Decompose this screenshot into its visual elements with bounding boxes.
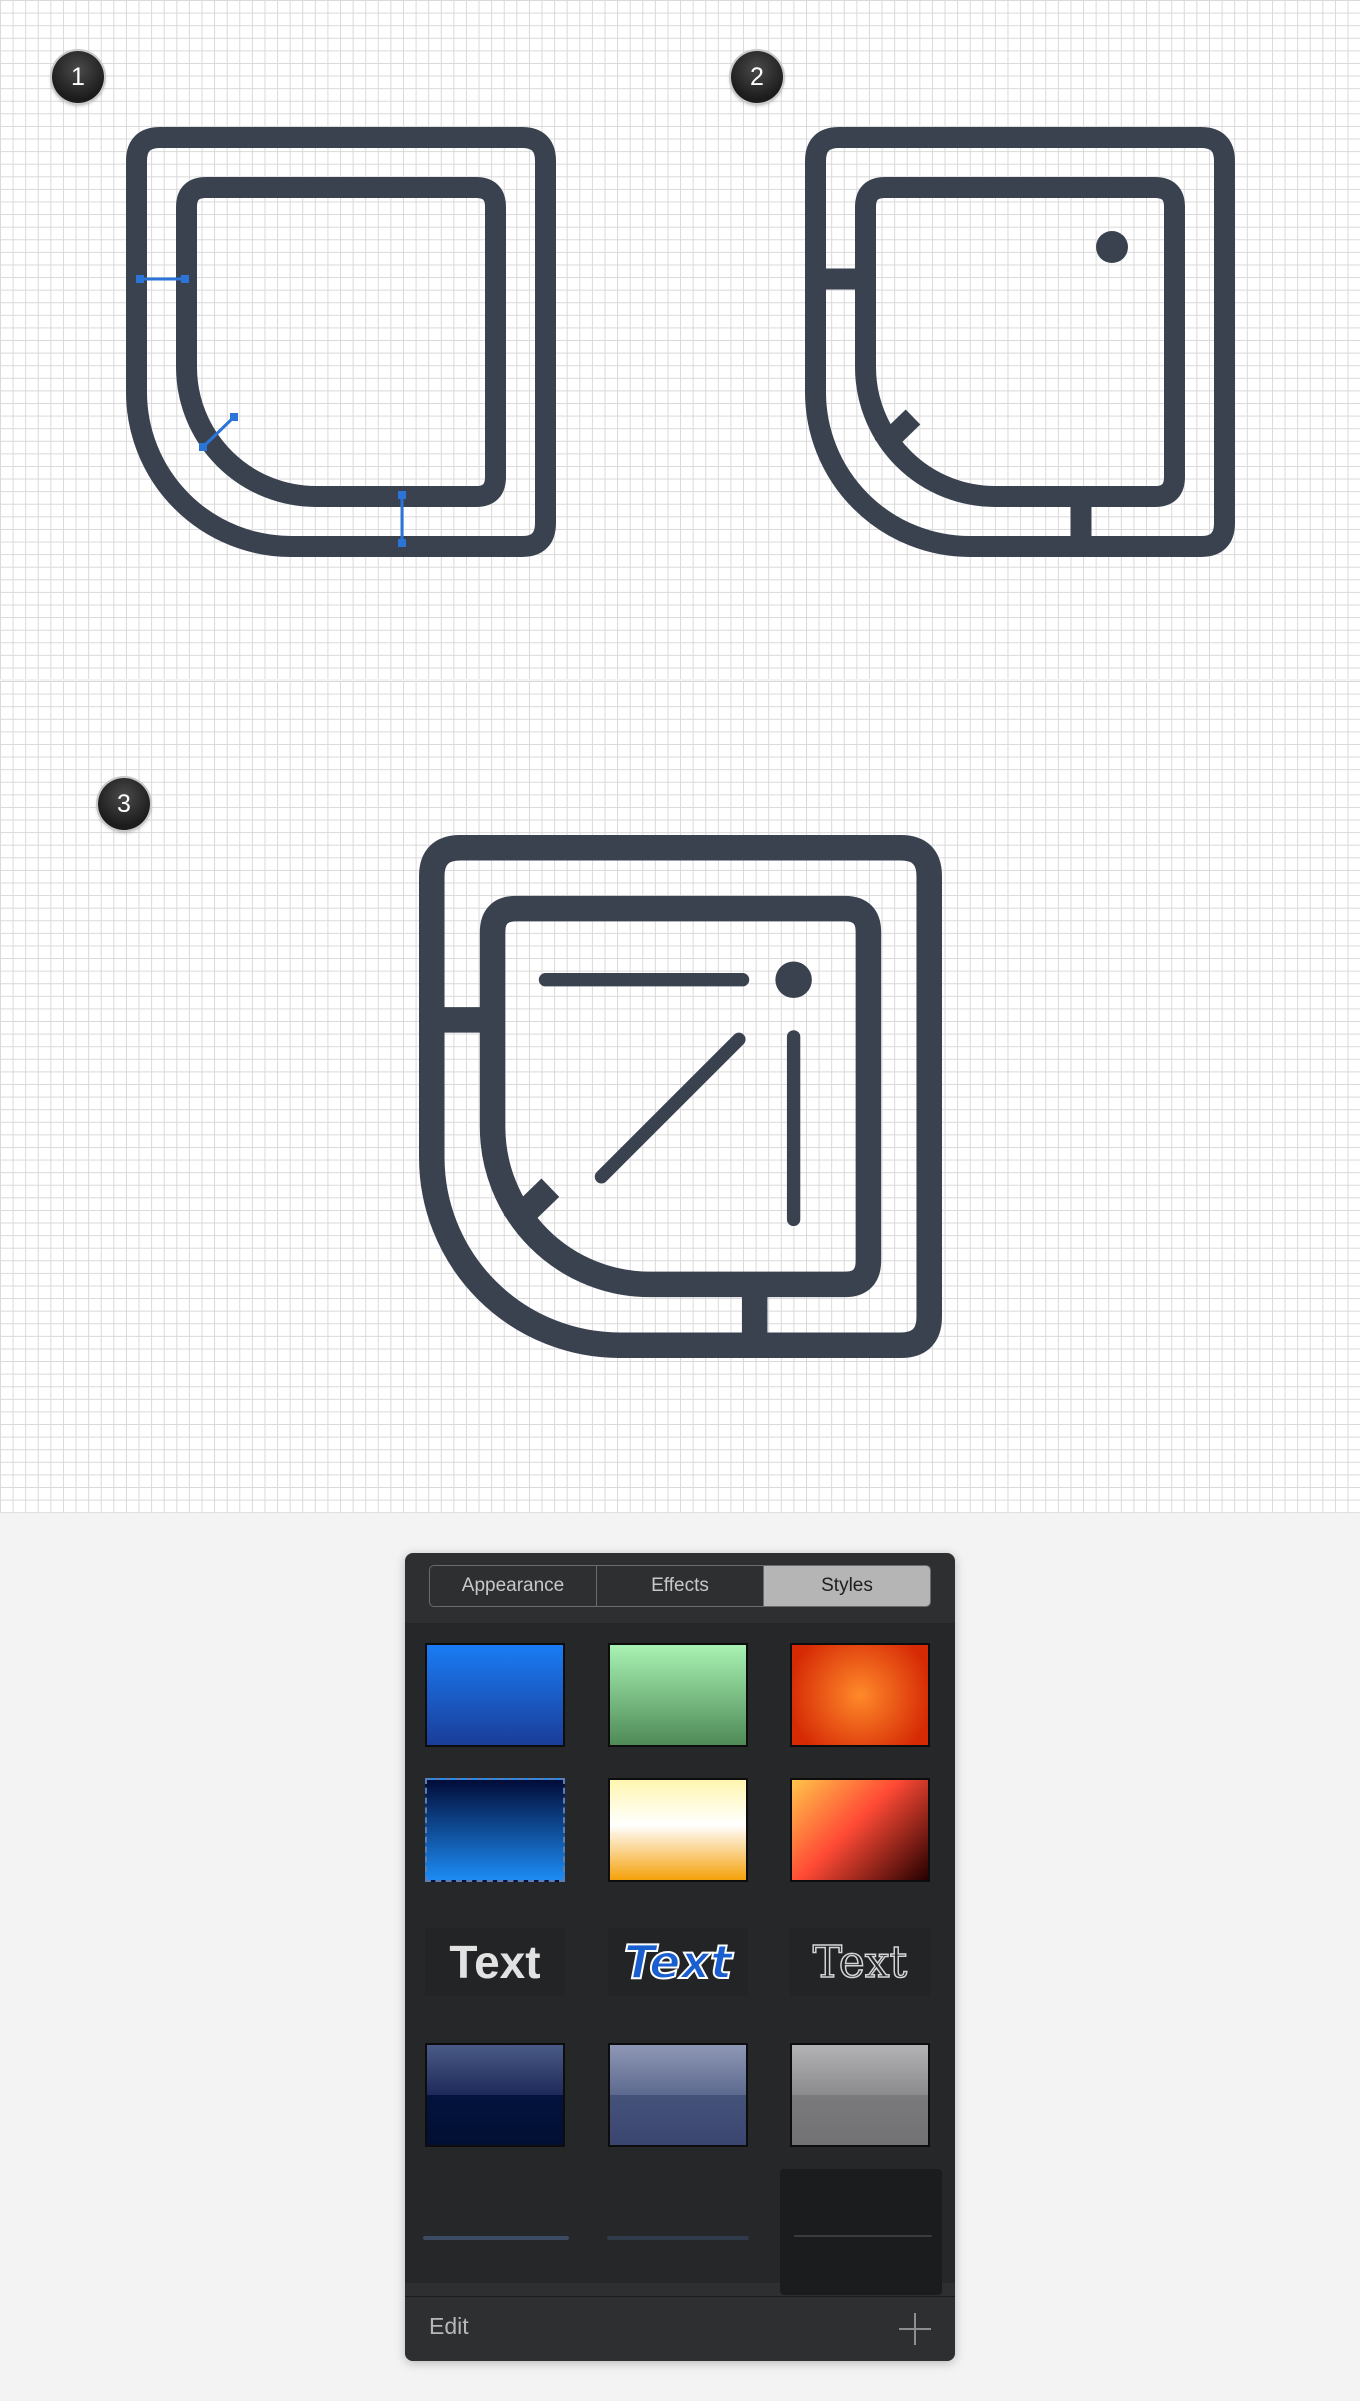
swatch-slate-glossy[interactable] — [608, 2043, 748, 2147]
step-badge-2: 2 — [731, 51, 783, 103]
swatch-stroke-dark-slate[interactable] — [605, 2178, 755, 2278]
tab-styles[interactable]: Styles — [764, 1566, 930, 1606]
drain-dot — [775, 961, 812, 998]
bold-text-sample: Text — [449, 1936, 541, 1988]
panel-footer: Edit — [405, 2296, 955, 2361]
swatch-blue-gradient[interactable] — [425, 1643, 565, 1747]
water-streaks — [538, 973, 801, 1227]
swatch-gray-glossy[interactable] — [790, 2043, 930, 2147]
shower-tray-icon-step-1 — [126, 127, 556, 557]
stroke-line-selected — [794, 2235, 932, 2237]
icon-strokes — [126, 127, 556, 557]
swatch-navy-blue-dashed[interactable] — [425, 1778, 565, 1882]
shower-tray-icon-final — [419, 835, 942, 1358]
inner-basin — [176, 177, 506, 507]
swatch-slab-serif-text[interactable]: Text — [790, 1928, 930, 1996]
artboard-grid-top: 1 2 — [0, 0, 1360, 679]
style-swatches-grid: Text Text Text — [405, 1623, 955, 2295]
step-badge-3: 3 — [98, 778, 150, 830]
step-badge-1: 1 — [52, 51, 104, 103]
swatch-navy-glossy[interactable] — [425, 2043, 565, 2147]
stroke-line-slate — [607, 2236, 749, 2240]
edit-button[interactable]: Edit — [429, 2313, 469, 2340]
stroke-line-blue — [423, 2236, 569, 2240]
blue-outlined-text-sample: Text — [623, 1934, 733, 1990]
streak-diagonal — [594, 1032, 746, 1184]
swatch-stroke-dark-selected[interactable] — [780, 2169, 942, 2295]
swatch-bold-text[interactable]: Text — [425, 1928, 565, 1996]
shower-tray-icon-step-2 — [805, 127, 1235, 557]
swatch-stroke-dark-blue[interactable] — [421, 2178, 571, 2278]
artboard-grid-bottom: 3 — [0, 681, 1360, 1513]
tab-effects[interactable]: Effects — [597, 1566, 764, 1606]
styles-panel: Appearance Effects Styles Text Text Text — [405, 1553, 955, 2361]
swatch-orange-radial[interactable] — [790, 1643, 930, 1747]
swatch-orange-red-dark-gradient[interactable] — [790, 1778, 930, 1882]
slab-serif-text-sample: Text — [812, 1936, 908, 1989]
tab-appearance[interactable]: Appearance — [430, 1566, 597, 1606]
swatch-blue-outlined-text[interactable]: Text — [608, 1928, 748, 1996]
inner-basin — [855, 177, 1185, 507]
swatch-cream-yellow-gradient[interactable] — [608, 1778, 748, 1882]
swatch-green-gradient[interactable] — [608, 1643, 748, 1747]
panel-tabs: Appearance Effects Styles — [429, 1565, 931, 1607]
plus-icon[interactable] — [899, 2313, 931, 2345]
drain-dot — [1096, 231, 1128, 263]
